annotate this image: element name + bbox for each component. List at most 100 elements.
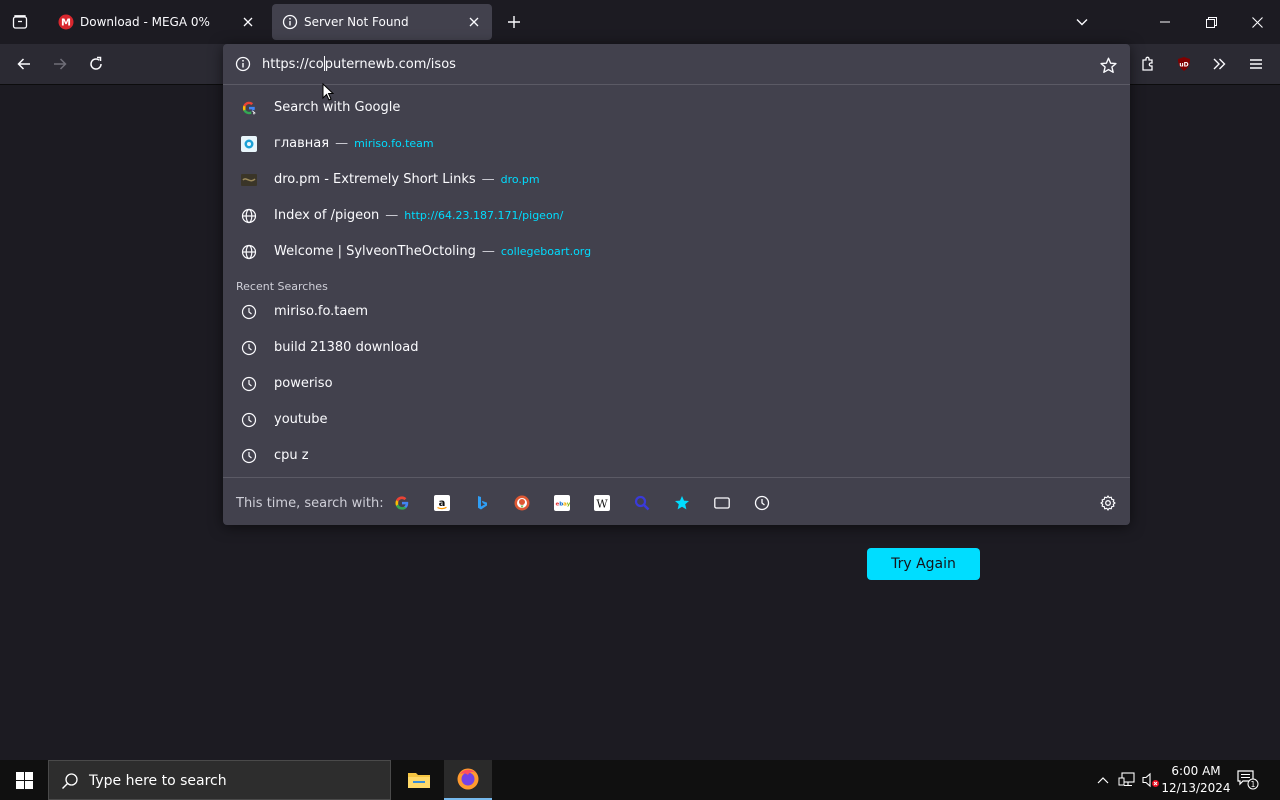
tab-server-not-found[interactable]: Server Not Found xyxy=(272,4,492,40)
reload-button[interactable] xyxy=(82,50,110,78)
mega-icon: M xyxy=(58,14,74,30)
firefox-taskbar-button[interactable] xyxy=(444,760,492,800)
magnifier-engine-icon[interactable] xyxy=(633,494,651,512)
recent-search-text: miriso.fo.taem xyxy=(274,304,369,319)
puzzle-icon xyxy=(1142,56,1153,71)
site-info-icon[interactable] xyxy=(235,56,251,72)
taskbar-clock[interactable]: 6:00 AM 12/13/2024 xyxy=(1160,763,1232,797)
suggestion-text: Index of /pigeon xyxy=(274,208,380,223)
tabs-icon[interactable] xyxy=(713,494,731,512)
suggestion-text: главная xyxy=(274,136,330,151)
volume-muted-icon xyxy=(1142,772,1159,788)
info-icon xyxy=(282,14,298,30)
suggestion-text: Search with Google xyxy=(274,100,401,115)
wikipedia-engine-icon[interactable]: W xyxy=(593,494,611,512)
svg-text:ebay: ebay xyxy=(556,502,571,508)
svg-text:M: M xyxy=(61,18,71,29)
taskbar-search-placeholder: Type here to search xyxy=(89,773,227,789)
close-tab-icon[interactable] xyxy=(240,14,256,30)
suggestion-history-item[interactable]: Index of /pigeon — http://64.23.187.171/pi… xyxy=(231,199,1122,233)
arrow-left-icon xyxy=(17,58,30,70)
globe-icon xyxy=(241,244,257,260)
new-tab-button[interactable] xyxy=(502,10,526,34)
tab-title: Download - MEGA 0% xyxy=(80,15,210,29)
restore-icon xyxy=(1205,16,1217,28)
ublock-origin-button[interactable]: uD xyxy=(1170,50,1198,78)
taskbar-search-box[interactable]: Type here to search xyxy=(48,760,391,800)
recent-search-item[interactable]: cpu z xyxy=(231,439,1122,473)
show-hidden-icons-button[interactable] xyxy=(1093,760,1113,800)
bookmark-star-icon[interactable] xyxy=(1099,56,1117,74)
recent-search-text: poweriso xyxy=(274,376,333,391)
tab-strip: M Download - MEGA 0% Server Not Found xyxy=(0,0,1280,44)
close-icon xyxy=(1251,16,1263,28)
suggestion-text: dro.pm - Extremely Short Links xyxy=(274,172,476,187)
suggestion-history-item[interactable]: главная — miriso.fo.team xyxy=(231,127,1122,161)
urlbar-dropdown: https://coputernewb.com/isos Search with… xyxy=(223,44,1130,525)
list-all-tabs-button[interactable] xyxy=(1070,10,1094,34)
suggestion-search-google[interactable]: Search with Google xyxy=(231,91,1122,125)
suggestion-url: http://64.23.187.171/pigeon/ xyxy=(404,209,564,222)
google-engine-icon[interactable] xyxy=(393,494,411,512)
separator-dash: — xyxy=(385,208,399,223)
overflow-menu-button[interactable] xyxy=(1205,50,1233,78)
notification-icon: 1 xyxy=(1237,770,1259,790)
minimize-button[interactable] xyxy=(1142,0,1188,44)
amazon-engine-icon[interactable]: a xyxy=(433,494,451,512)
restore-button[interactable] xyxy=(1188,0,1234,44)
recent-search-item[interactable]: youtube xyxy=(231,403,1122,437)
firefox-icon xyxy=(457,768,479,790)
ebay-engine-icon[interactable]: ebay xyxy=(553,494,571,512)
site-favicon xyxy=(241,136,257,152)
extensions-button[interactable] xyxy=(1134,50,1162,78)
clock-icon xyxy=(241,340,257,356)
app-menu-button[interactable] xyxy=(1242,50,1270,78)
search-icon xyxy=(61,772,79,790)
suggestion-history-item[interactable]: dro.pm - Extremely Short Links — dro.pm xyxy=(231,163,1122,197)
separator-dash: — xyxy=(481,244,495,259)
file-explorer-taskbar-button[interactable] xyxy=(395,760,443,800)
recent-search-item[interactable]: build 21380 download xyxy=(231,331,1122,365)
bing-engine-icon[interactable] xyxy=(473,494,491,512)
one-off-search-label: This time, search with: xyxy=(236,496,384,511)
suggestion-history-item[interactable]: Welcome | SylveonTheOctoling — collegeboar… xyxy=(231,235,1122,269)
search-settings-gear-icon[interactable] xyxy=(1099,494,1117,512)
start-button[interactable] xyxy=(0,760,48,800)
volume-tray-button[interactable] xyxy=(1140,760,1162,800)
url-input[interactable]: https://coputernewb.com/isos xyxy=(223,44,1130,85)
action-center-button[interactable]: 1 xyxy=(1236,760,1260,800)
ublock-origin-icon: uD xyxy=(1178,57,1190,71)
duckduckgo-engine-icon[interactable] xyxy=(513,494,531,512)
tab-mega-download[interactable]: M Download - MEGA 0% xyxy=(48,4,266,40)
network-icon xyxy=(1118,772,1135,787)
recent-search-item[interactable]: poweriso xyxy=(231,367,1122,401)
svg-text:W: W xyxy=(596,498,608,511)
recent-search-item[interactable]: miriso.fo.taem xyxy=(231,295,1122,329)
notification-count: 1 xyxy=(1251,780,1256,789)
globe-icon xyxy=(241,208,257,224)
try-again-button[interactable]: Try Again xyxy=(867,548,980,580)
bookmarks-star-icon[interactable] xyxy=(673,494,691,512)
reload-icon xyxy=(90,56,102,70)
tab-manager-button[interactable] xyxy=(4,6,36,38)
history-clock-icon[interactable] xyxy=(753,494,771,512)
back-button[interactable] xyxy=(10,50,38,78)
clock-date: 12/13/2024 xyxy=(1161,781,1231,795)
forward-button[interactable] xyxy=(46,50,74,78)
windows-logo-icon xyxy=(15,771,33,789)
separator-dash: — xyxy=(481,172,495,187)
chevron-down-icon xyxy=(1076,19,1088,26)
double-chevron-right-icon xyxy=(1213,58,1226,70)
url-text[interactable]: https://coputernewb.com/isos xyxy=(262,56,456,72)
separator-dash: — xyxy=(335,136,349,151)
arrow-right-icon xyxy=(54,58,67,70)
one-off-search-bar: This time, search with: a ebay W xyxy=(223,477,1130,525)
svg-text:a: a xyxy=(439,498,446,509)
suggestion-text: Welcome | SylveonTheOctoling xyxy=(274,244,476,259)
mouse-cursor-icon xyxy=(322,83,334,101)
network-tray-button[interactable] xyxy=(1116,760,1138,800)
tab-title: Server Not Found xyxy=(304,15,409,29)
close-tab-icon[interactable] xyxy=(466,14,482,30)
close-window-button[interactable] xyxy=(1234,0,1280,44)
clock-icon xyxy=(241,412,257,428)
